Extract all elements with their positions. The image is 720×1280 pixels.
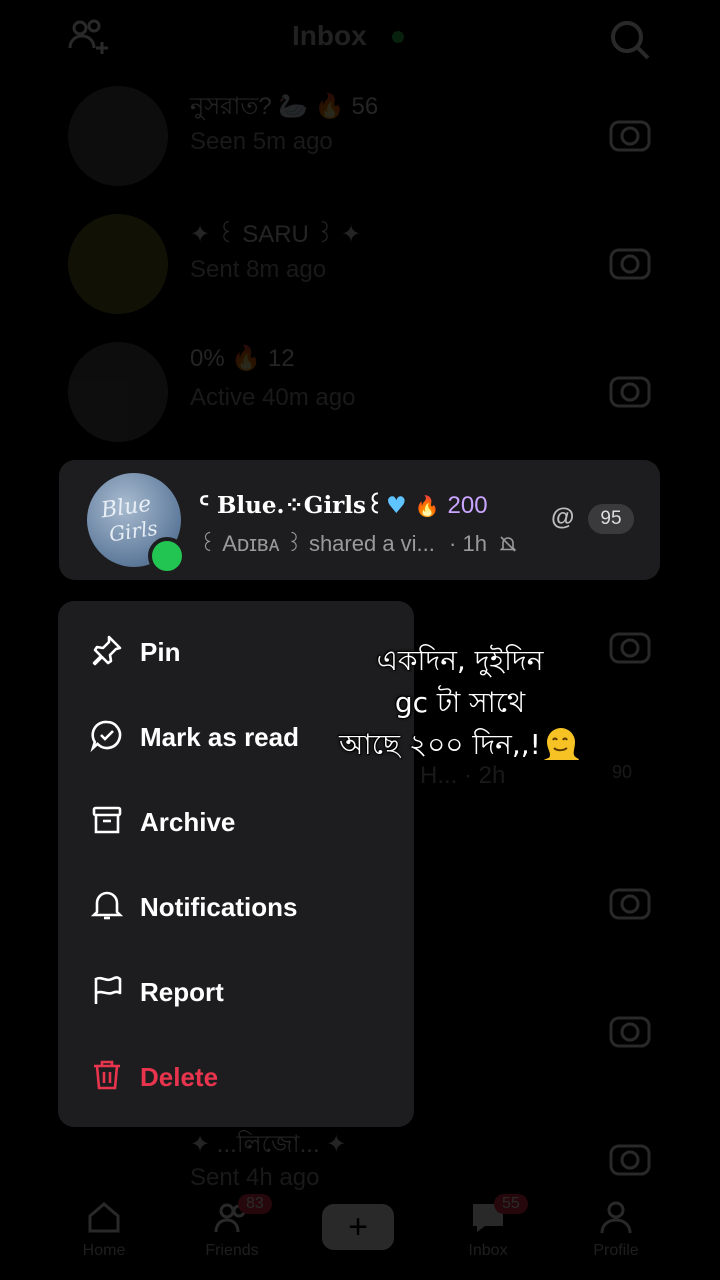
menu-item-label: Mark as read [140,722,299,752]
nav-home[interactable]: Home [54,1198,154,1260]
create-button[interactable]: + [322,1204,394,1250]
avatar [68,342,168,442]
menu-item-label: Archive [140,807,236,837]
menu-item-label: Report [140,977,224,1007]
streak-count: 200 [447,492,488,519]
camera-icon[interactable] [608,626,652,666]
caption-line: আছে ২০০ দিন,,! [339,728,541,761]
menu-item-label: Notifications [140,892,298,922]
overlay-caption: একদিন, দুইদিন gc টা সাথে আছে ২০০ দিন,,! [310,640,610,766]
unread-count-badge: 95 [588,504,634,534]
camera-icon[interactable] [608,242,652,282]
heart-icon: ♥ [385,492,407,519]
trash-icon [94,1060,120,1090]
chat-status: H... · 2h [420,762,506,789]
nav-profile-label: Profile [593,1242,639,1259]
inbox-badge: 55 [494,1194,528,1214]
friends-badge: 83 [238,1194,272,1214]
search-icon[interactable] [606,16,654,64]
profile-icon [600,1201,632,1234]
menu-item-archive[interactable]: Archive [58,779,414,863]
chat-row[interactable]: নুসরাত? 🦢 🔥 56 Seen 5m ago [0,72,720,200]
home-icon [88,1202,120,1233]
nav-profile[interactable]: Profile [566,1198,666,1260]
add-friend-icon[interactable] [66,14,114,62]
archive-icon [92,806,122,834]
chat-name: ✦ ꒰ SARU ꒱ ✦ [190,221,362,248]
nav-friends-label: Friends [205,1242,259,1259]
menu-item-label: Delete [140,1062,219,1092]
muted-bell-icon [499,536,517,552]
camera-icon[interactable] [608,114,652,154]
pin-icon [92,635,122,666]
nav-inbox-label: Inbox [468,1242,508,1259]
message-time: · 1h [449,531,487,556]
chat-name: ✦ ...লিজো... ✦ [190,1131,347,1158]
page-title: Inbox [292,20,367,51]
chat-name: নুসরাত? 🦢 🔥 56 [190,93,379,120]
last-message-text: ꒰ Aᴅɪʙᴀ ꒱ shared a vi... [199,531,435,556]
chat-status: Seen 5m ago [190,128,333,155]
menu-item-delete[interactable]: Delete [58,1034,414,1118]
melting-face-emoji-icon [543,728,579,760]
fire-icon: 🔥 [414,494,440,518]
group-name: ᑦ Blue.⁘Girls꒰♥ 🔥 200 [199,488,488,520]
menu-item-report[interactable]: Report [58,949,414,1033]
mention-icon: @ [551,504,575,531]
nav-inbox[interactable]: Inbox 55 [438,1194,538,1260]
menu-item-label: Pin [140,637,181,667]
camera-icon[interactable] [608,1010,652,1050]
nav-home-label: Home [82,1242,126,1259]
menu-item-notifications[interactable]: Notifications [58,864,414,948]
caption-line-3: আছে ২০০ দিন,,! [310,724,610,766]
focused-group-chat[interactable]: Blue Girls ᑦ Blue.⁘Girls꒰♥ 🔥 200 ꒰ Aᴅɪʙᴀ ꒱… [59,460,660,580]
camera-icon[interactable] [608,882,652,922]
chat-name: 0% 🔥 12 [190,345,295,372]
group-name-text: ᑦ Blue.⁘Girls꒰ [199,492,384,519]
chat-status: Active 40m ago [190,384,356,411]
online-indicator [148,537,186,575]
chat-row[interactable]: ✦ ꒰ SARU ꒱ ✦ Sent 8m ago [0,200,720,328]
camera-icon[interactable] [608,1138,652,1178]
nav-friends[interactable]: Friends 83 [182,1194,282,1260]
chat-row[interactable]: 0% 🔥 12 Active 40m ago [0,328,720,456]
top-bar: Inbox [0,0,720,80]
bell-icon [90,891,124,920]
last-message: ꒰ Aᴅɪʙᴀ ꒱ shared a vi... · 1h [199,528,517,557]
caption-line: gc টা সাথে [394,686,526,719]
unread-count: 90 [612,762,633,782]
chat-status: Sent 8m ago [190,256,327,283]
avatar [68,86,168,186]
bottom-nav: Home Friends 83 + Inbox 55 Profile [40,1190,680,1280]
online-status-dot [392,31,404,43]
flag-icon [94,976,122,1004]
mark-read-icon [90,720,122,752]
chat-status: Sent 4h ago [190,1164,320,1191]
caption-line: একদিন, দুইদিন [376,644,544,677]
avatar [68,214,168,314]
camera-icon[interactable] [608,370,652,410]
avatar-text: Girls [107,515,160,547]
